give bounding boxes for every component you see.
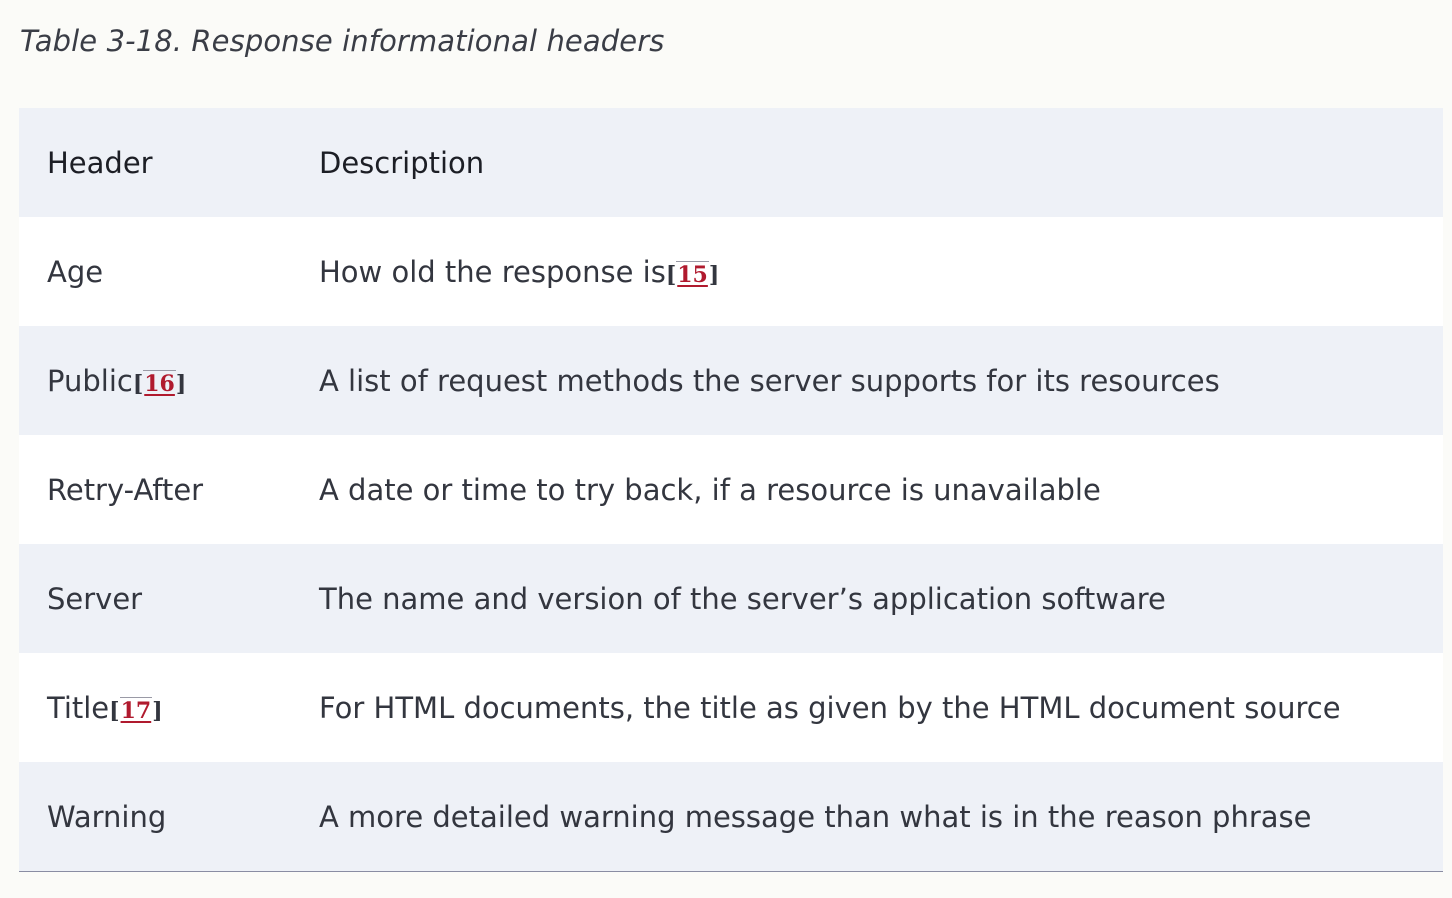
- description-cell: A date or time to try back, if a resourc…: [319, 473, 1101, 507]
- description-cell: The name and version of the server’s app…: [319, 582, 1166, 616]
- table-row: Title[17] For HTML documents, the title …: [19, 653, 1443, 762]
- table-row: Warning A more detailed warning message …: [19, 762, 1443, 872]
- column-header-header: Header: [47, 145, 153, 180]
- footnote-ref: [17]: [109, 696, 163, 724]
- description-cell: A list of request methods the server sup…: [319, 364, 1220, 398]
- footnote-ref: [15]: [665, 260, 720, 288]
- header-name: Retry-After: [47, 472, 204, 507]
- header-name: Warning: [47, 799, 167, 834]
- description-text: A date or time to try back, if a resourc…: [319, 472, 1101, 507]
- description-text: How old the response is: [319, 254, 666, 289]
- description-text: For HTML documents, the title as given b…: [319, 690, 1341, 725]
- header-name: Age: [47, 254, 104, 289]
- header-cell: Server: [47, 582, 142, 616]
- footnote-link[interactable]: 17: [119, 696, 153, 724]
- header-cell: Age: [47, 255, 103, 289]
- response-headers-table: Header Description Age How old the respo…: [19, 108, 1443, 872]
- header-cell: Warning: [47, 800, 166, 834]
- description-cell: For HTML documents, the title as given b…: [319, 691, 1341, 725]
- header-name: Title: [47, 690, 110, 725]
- header-cell: Title[17]: [47, 691, 163, 725]
- header-name: Public: [47, 363, 133, 398]
- header-cell: Public[16]: [47, 364, 186, 398]
- description-cell: How old the response is[15]: [319, 255, 719, 289]
- description-text: A more detailed warning message than wha…: [319, 799, 1312, 834]
- table-row: Retry-After A date or time to try back, …: [19, 435, 1443, 544]
- header-name: Server: [47, 581, 143, 616]
- description-text: The name and version of the server’s app…: [319, 581, 1166, 616]
- footnote-link[interactable]: 15: [676, 260, 709, 288]
- table-row: Server The name and version of the serve…: [19, 544, 1443, 653]
- footnote-link[interactable]: 16: [143, 369, 176, 397]
- description-cell: A more detailed warning message than wha…: [319, 800, 1311, 834]
- description-text: A list of request methods the server sup…: [319, 363, 1220, 398]
- table-row: Public[16] A list of request methods the…: [19, 326, 1443, 435]
- table-row: Age How old the response is[15]: [19, 217, 1443, 326]
- footnote-ref: [16]: [132, 369, 187, 397]
- table-header-row: Header Description: [19, 108, 1443, 217]
- table-caption: Table 3-18. Response informational heade…: [20, 24, 665, 58]
- column-header-description: Description: [319, 145, 485, 180]
- header-cell: Retry-After: [47, 473, 203, 507]
